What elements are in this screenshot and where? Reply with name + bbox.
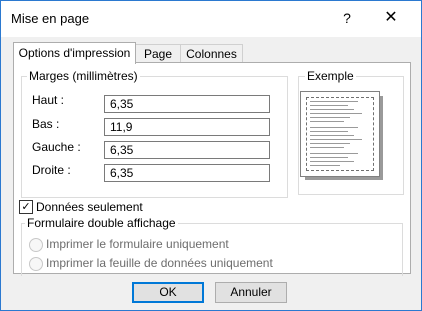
print-datasheet-only-label[interactable]: Imprimer la feuille de données uniquemen… [46, 256, 273, 270]
preview-text-line [310, 135, 354, 136]
ok-button[interactable]: OK [132, 282, 204, 303]
page-preview-margin-box [306, 97, 374, 171]
margins-legend: Marges (millimètres) [27, 69, 140, 83]
top-margin-label: Haut : [32, 93, 65, 107]
preview-text-line [310, 109, 354, 110]
close-icon[interactable]: ✕ [381, 8, 401, 28]
preview-text-line [310, 127, 358, 128]
preview-text-line [310, 105, 348, 106]
preview-text-line [310, 101, 358, 102]
bottom-margin-field[interactable] [104, 118, 270, 136]
print-form-only-label[interactable]: Imprimer le formulaire uniquement [46, 237, 229, 251]
margins-group: Marges (millimètres) Haut : Bas : Gauche… [21, 69, 288, 198]
preview-text-line [310, 153, 358, 154]
preview-text-line [310, 131, 348, 132]
preview-text-line [310, 113, 362, 114]
preview-text-line [310, 161, 354, 162]
page-preview [298, 89, 386, 184]
tab-columns[interactable]: Colonnes [180, 44, 243, 63]
page-preview-sheet [300, 91, 380, 177]
preview-text-line [310, 139, 362, 140]
preview-text-line [310, 147, 344, 148]
bottom-margin-label: Bas : [32, 117, 60, 131]
tab-print-options[interactable]: Options d'impression [13, 42, 136, 64]
data-only-checkbox[interactable]: ✓ [19, 200, 33, 214]
right-margin-field[interactable] [104, 164, 270, 182]
print-datasheet-only-radio[interactable] [29, 257, 43, 271]
print-form-only-radio[interactable] [29, 238, 43, 252]
preview-text-line [310, 165, 340, 166]
top-margin-field[interactable] [104, 95, 270, 113]
preview-text-line [310, 157, 348, 158]
left-margin-label: Gauche : [32, 140, 81, 154]
preview-text-line [310, 121, 344, 122]
left-margin-field[interactable] [104, 141, 270, 159]
window-title: Mise en page [11, 11, 90, 26]
title-bar: Mise en page ? ✕ [1, 1, 421, 37]
tab-page[interactable]: Page [135, 44, 181, 63]
help-icon[interactable]: ? [337, 8, 357, 28]
preview-text-line [310, 143, 350, 144]
page-setup-dialog: Mise en page ? ✕ Options d'impression Pa… [0, 0, 422, 311]
cancel-button[interactable]: Annuler [215, 282, 287, 303]
preview-text-line [310, 117, 350, 118]
example-legend: Exemple [305, 69, 356, 83]
data-only-label[interactable]: Données seulement [36, 200, 143, 214]
split-form-legend: Formulaire double affichage [25, 216, 178, 230]
right-margin-label: Droite : [32, 163, 71, 177]
